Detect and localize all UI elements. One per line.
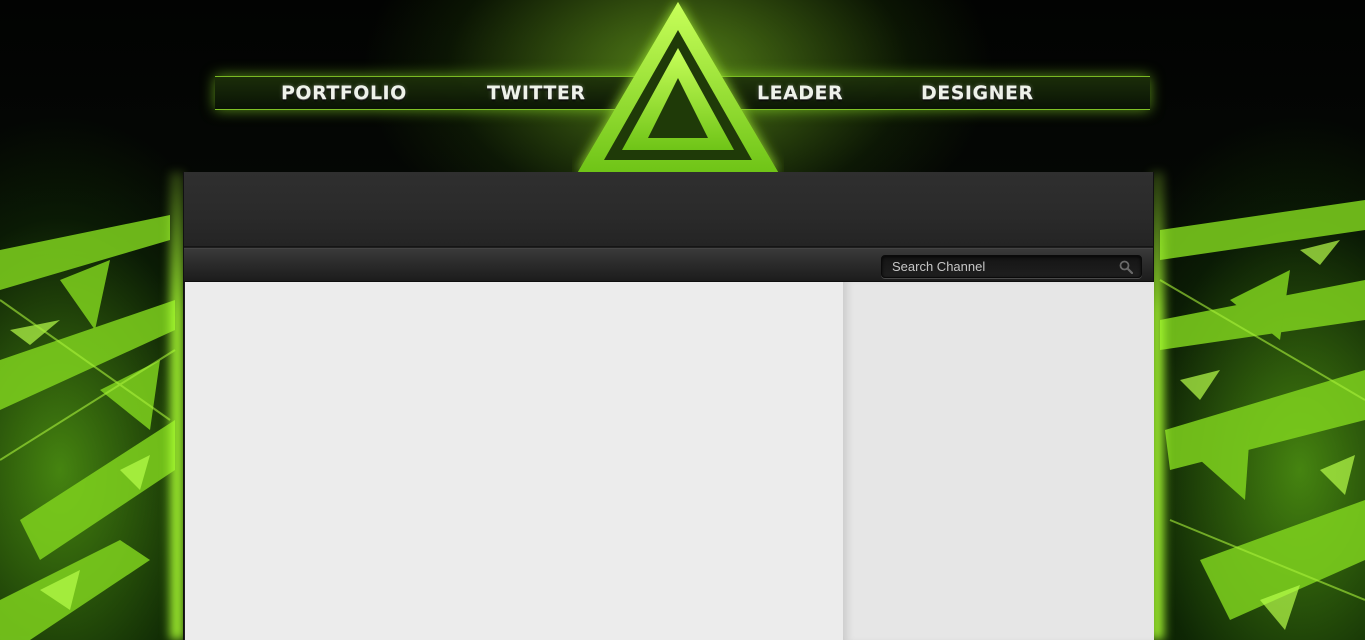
channel-frame bbox=[183, 172, 1154, 640]
search-icon[interactable] bbox=[1119, 260, 1133, 274]
search-input[interactable] bbox=[882, 256, 1112, 277]
nav-link-portfolio[interactable]: PORTFOLIO bbox=[281, 80, 407, 106]
channel-header bbox=[184, 172, 1153, 247]
nav-link-designer[interactable]: DESIGNER bbox=[921, 80, 1034, 106]
frame-glow-left bbox=[170, 172, 184, 640]
nav-link-twitter[interactable]: TWITTER bbox=[487, 80, 585, 106]
search-box bbox=[881, 255, 1142, 278]
channel-logo: A bbox=[578, 2, 778, 172]
channel-toolbar bbox=[184, 248, 1153, 282]
main-content-area bbox=[185, 282, 843, 640]
sidebar-content-area bbox=[843, 282, 1154, 640]
